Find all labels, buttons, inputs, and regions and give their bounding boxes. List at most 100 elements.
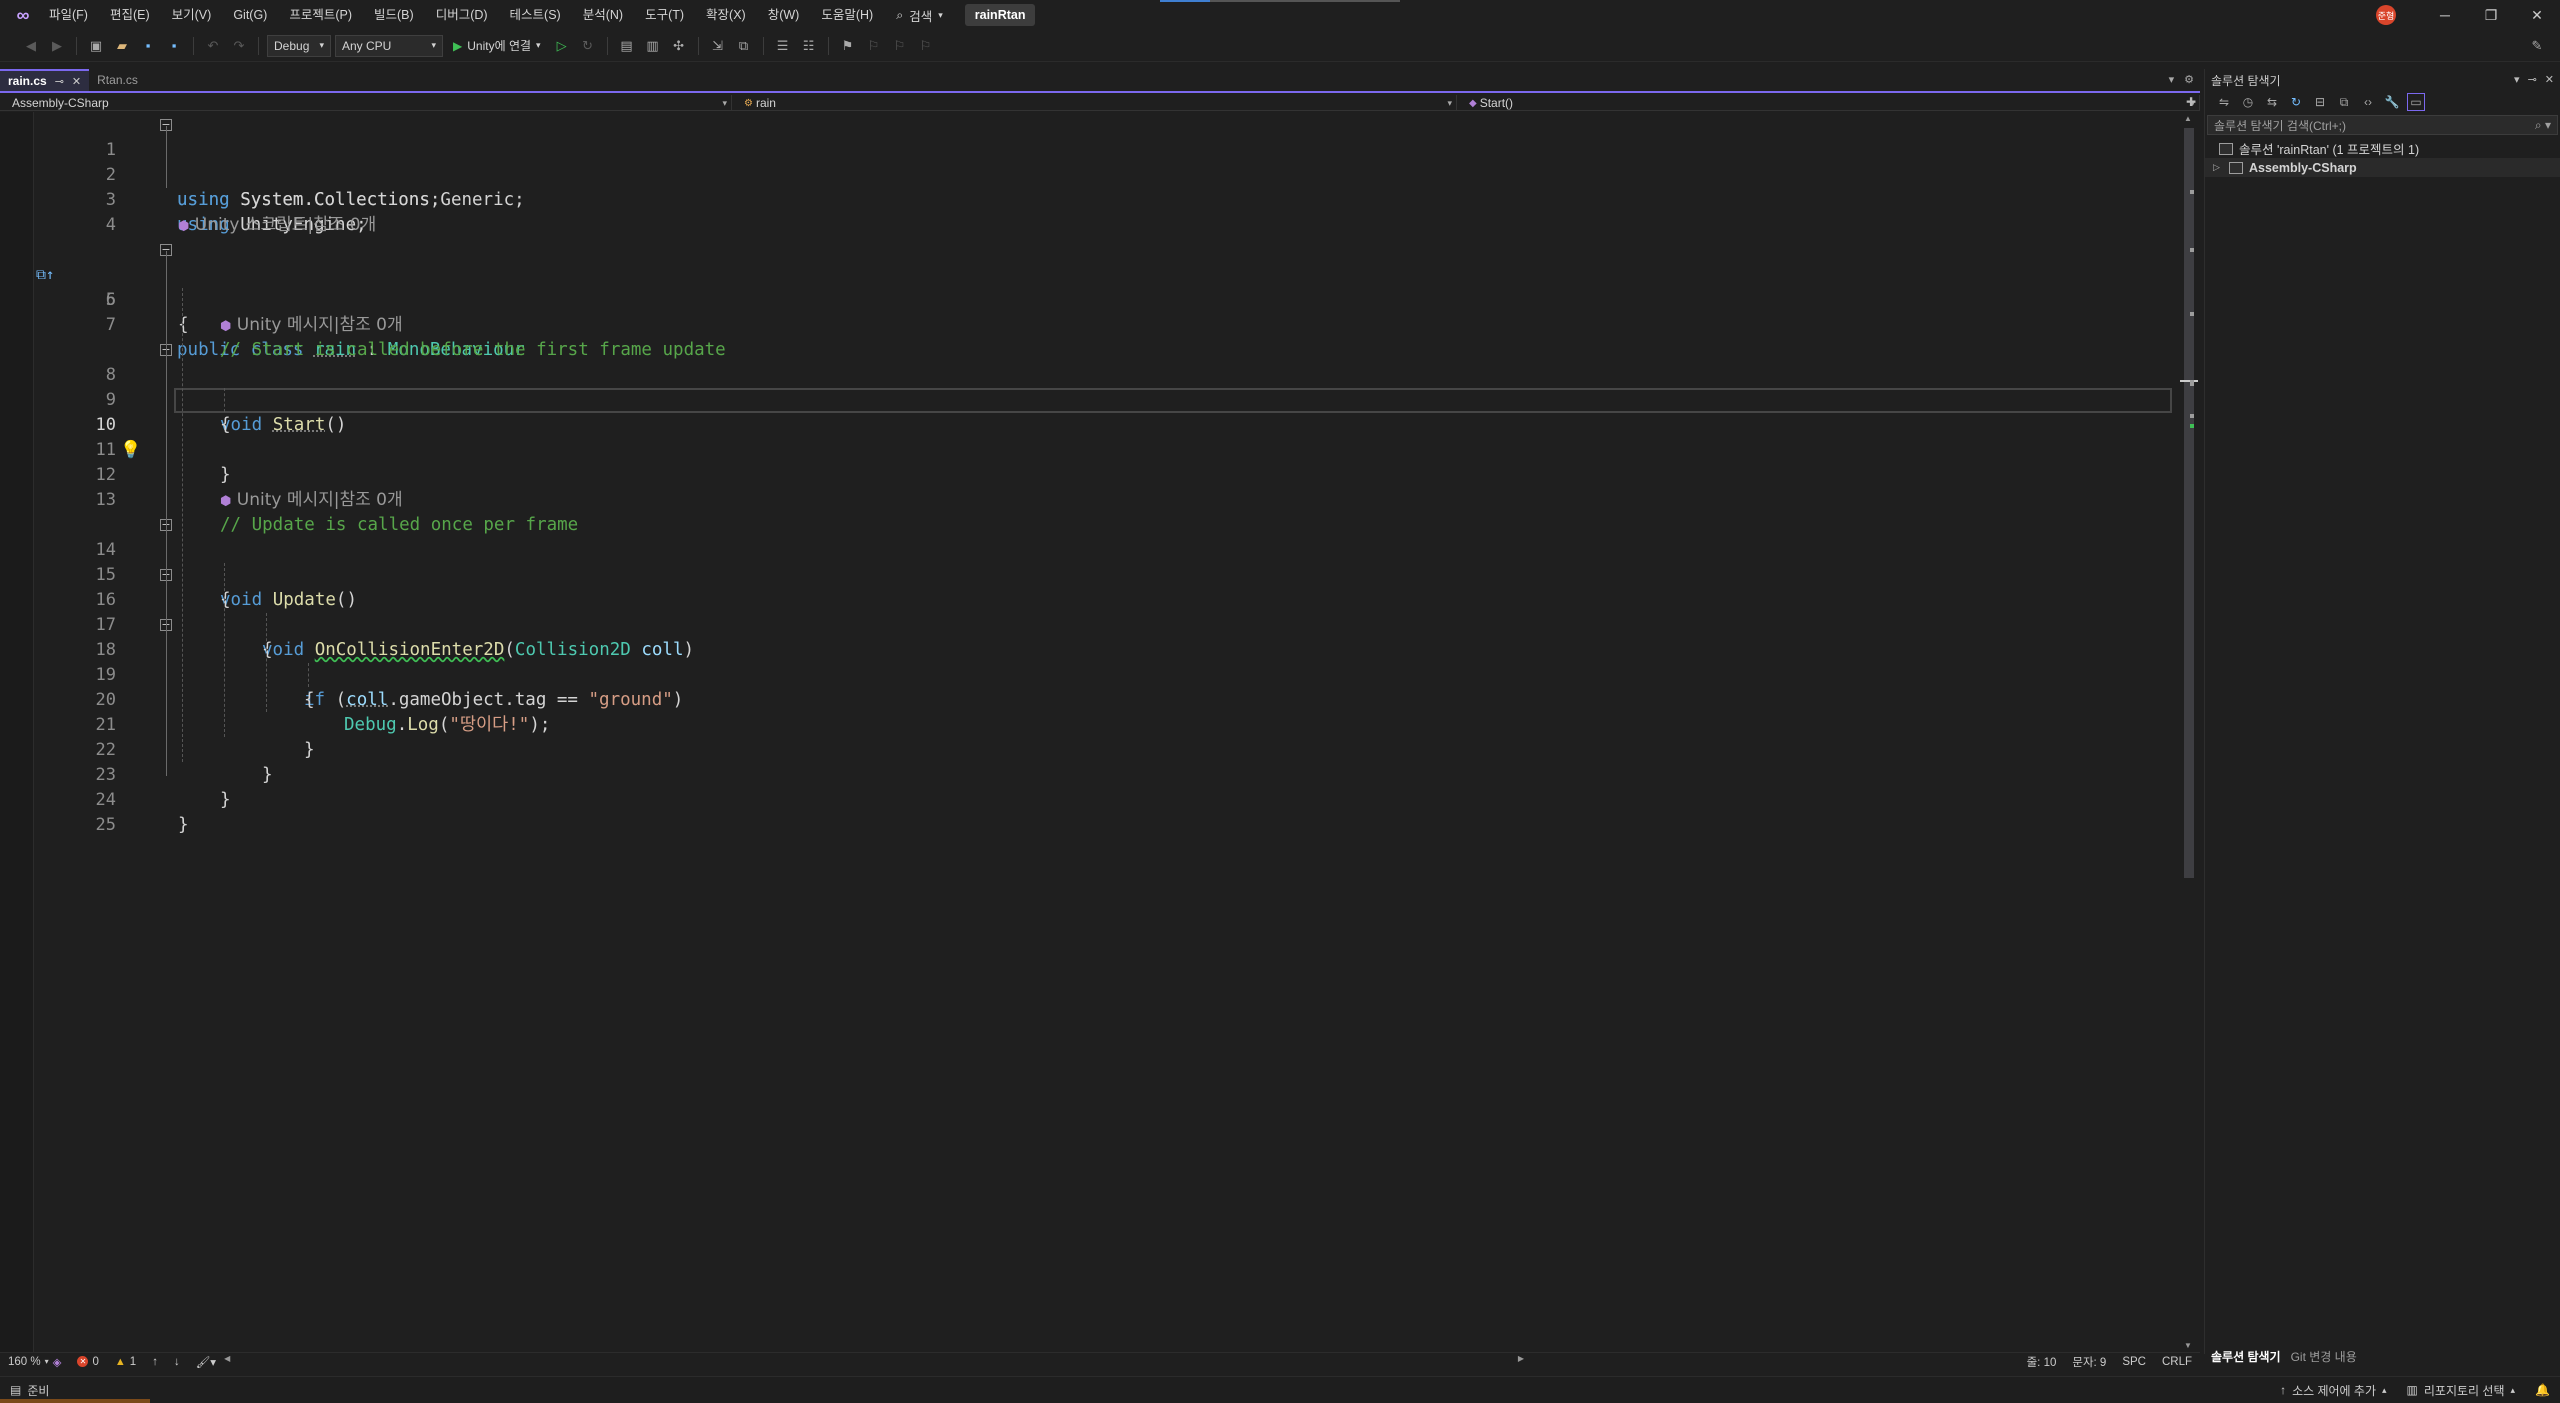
tab-rtan-cs[interactable]: Rtan.cs	[89, 69, 146, 91]
code-cleanup-button[interactable]: 🖌▾	[188, 1353, 224, 1371]
menu-git[interactable]: Git(G)	[222, 0, 278, 30]
restore-button[interactable]: ❐	[2468, 0, 2514, 30]
menu-tools[interactable]: 도구(T)	[634, 0, 695, 30]
code-line[interactable]: 11 }	[0, 413, 2178, 485]
code-line[interactable]: 3 using UnityEngine;	[0, 163, 2178, 235]
code-line[interactable]: 20 Debug.Log("땅이다!");	[0, 663, 2178, 735]
panel-menu-icon[interactable]: ▾	[2514, 73, 2520, 86]
code-line[interactable]: 25	[0, 788, 2178, 835]
tab-git-changes[interactable]: Git 변경 내용	[2291, 1348, 2357, 1365]
scroll-up-icon[interactable]: ▲	[2184, 114, 2192, 123]
solution-search-input[interactable]: 솔루션 탐색기 검색(Ctrl+;) ⌕ ▾	[2207, 115, 2558, 135]
code-line[interactable]: 14 − void Update()	[0, 513, 2178, 610]
line-ending-indicator[interactable]: CRLF	[2154, 1353, 2200, 1371]
select-repository-button[interactable]: ▥ 리포지토리 선택 ▴	[2397, 1382, 2526, 1399]
menu-file[interactable]: 파일(F)	[38, 0, 99, 30]
tree-node-solution[interactable]: 솔루션 'rainRtan' (1 프로젝트의 1)	[2205, 139, 2560, 158]
tab-rain-cs[interactable]: rain.cs ⊸ ✕	[0, 69, 90, 91]
avatar[interactable]: 준형	[2376, 5, 2396, 25]
project-dropdown[interactable]: Assembly-CSharp ▾	[0, 95, 732, 111]
clear-bookmarks-icon[interactable]: ⚐	[915, 35, 937, 57]
code-line[interactable]: 18 − if (coll.gameObject.tag == "ground"…	[0, 613, 2178, 710]
find-icon[interactable]: ⧉	[733, 35, 755, 57]
code-line-current[interactable]: 10 💡	[0, 388, 2178, 460]
error-count[interactable]: ✕ 0	[69, 1353, 106, 1371]
menu-debug[interactable]: 디버그(D)	[425, 0, 499, 30]
debug-tools-icon[interactable]: ✣	[668, 35, 690, 57]
hot-reload-icon[interactable]: ↻	[577, 35, 599, 57]
close-icon[interactable]: ✕	[72, 75, 81, 88]
code-line[interactable]: 2 using System.Collections.Generic;	[0, 138, 2178, 210]
menu-edit[interactable]: 편집(E)	[99, 0, 161, 30]
close-button[interactable]: ✕	[2514, 0, 2560, 30]
visual-studio-logo-icon[interactable]: ∞	[8, 0, 38, 30]
class-dropdown[interactable]: ⚙ rain ▾	[732, 95, 1457, 111]
code-editor[interactable]: 1 − using System.Collections; 2 using Sy…	[0, 112, 2200, 1352]
platform-select[interactable]: Any CPU ▾	[335, 34, 443, 57]
codelens-unity-script[interactable]: ⬢ Unity 스크립트|참조 0개	[178, 213, 376, 239]
menu-help[interactable]: 도움말(H)	[810, 0, 884, 30]
code-line[interactable]: 17 {	[0, 588, 2178, 660]
code-line[interactable]: 8 − void Start()	[0, 338, 2178, 435]
settings-icon[interactable]: ⚙	[2184, 73, 2194, 86]
menu-window[interactable]: 창(W)	[757, 0, 811, 30]
split-window-icon[interactable]: ✚	[2186, 95, 2196, 109]
start-without-debugging-icon[interactable]: ▷	[551, 35, 573, 57]
attach-unity-button[interactable]: ▶ Unity에 연결 ▾	[447, 35, 547, 57]
zoom-select[interactable]: 160 % ▾ ◈	[0, 1353, 69, 1371]
output-icon[interactable]: ▤	[10, 1383, 21, 1397]
new-project-icon[interactable]: ▣	[85, 35, 107, 57]
pin-icon[interactable]: ⊸	[2528, 73, 2537, 86]
pin-icon[interactable]: ⊸	[55, 75, 64, 88]
line-indicator[interactable]: 줄: 10	[2019, 1353, 2065, 1371]
next-issue-button[interactable]: ↓	[166, 1353, 188, 1371]
menu-extensions[interactable]: 확장(X)	[695, 0, 757, 30]
chevron-right-icon[interactable]: ▷	[2213, 162, 2223, 173]
code-line[interactable]: 9 {	[0, 363, 2178, 435]
scroll-left-icon[interactable]: ◀	[224, 1354, 230, 1363]
scroll-right-icon[interactable]: ▶	[1518, 1354, 1524, 1363]
sync-icon[interactable]: ⇆	[2263, 93, 2281, 111]
feedback-icon[interactable]: ✎	[2526, 35, 2548, 57]
code-line[interactable]: 7 // Start is called before the first fr…	[0, 288, 2178, 360]
codelens-unity-message[interactable]: ⬢ Unity 메시지|참조 0개	[220, 313, 403, 339]
tab-overflow-icon[interactable]: ▾	[2169, 73, 2175, 86]
menu-test[interactable]: 테스트(S)	[499, 0, 572, 30]
history-icon[interactable]: ◷	[2239, 93, 2257, 111]
bookmark-icon[interactable]: ⚑	[837, 35, 859, 57]
code-line[interactable]: 12	[0, 438, 2178, 485]
horizontal-scrollbar[interactable]: ◀ ▶	[224, 1354, 1524, 1367]
view-code-icon[interactable]: ‹›	[2359, 93, 2377, 111]
code-line[interactable]: 13 // Update is called once per frame	[0, 463, 2178, 535]
menu-build[interactable]: 빌드(B)	[363, 0, 425, 30]
refresh-icon[interactable]: ↻	[2287, 93, 2305, 111]
code-line[interactable]: 23 }	[0, 738, 2178, 810]
next-bookmark-icon[interactable]: ⚐	[889, 35, 911, 57]
outdent-icon[interactable]: ☷	[798, 35, 820, 57]
add-to-source-control-button[interactable]: ↑ 소스 제어에 추가 ▴	[2270, 1382, 2396, 1399]
step-icon[interactable]: ⇲	[707, 35, 729, 57]
code-line[interactable]: 22 }	[0, 713, 2178, 785]
codelens-unity-message[interactable]: ⬢ Unity 메시지|참조 0개	[220, 488, 403, 514]
show-all-files-icon[interactable]: ⧉	[2335, 93, 2353, 111]
save-all-icon[interactable]: ▪	[163, 35, 185, 57]
whitespace-indicator[interactable]: SPC	[2114, 1353, 2154, 1371]
menu-analyze[interactable]: 분석(N)	[572, 0, 634, 30]
open-folder-icon[interactable]: ▰	[111, 35, 133, 57]
undo-icon[interactable]: ↶	[202, 35, 224, 57]
menu-view[interactable]: 보기(V)	[161, 0, 223, 30]
save-icon[interactable]: ▪	[137, 35, 159, 57]
code-line[interactable]: 4	[0, 188, 2178, 235]
layout-icon[interactable]: ▥	[642, 35, 664, 57]
code-line[interactable]: 19 {	[0, 638, 2178, 710]
close-icon[interactable]: ✕	[2545, 73, 2554, 86]
code-line[interactable]: 24 }	[0, 763, 2178, 835]
code-line[interactable]: 15 {	[0, 538, 2178, 610]
vertical-scrollbar[interactable]: ▲ ▼	[2180, 114, 2198, 1350]
code-line[interactable]: 16 − void OnCollisionEnter2D(Collision2D…	[0, 563, 2178, 660]
redo-icon[interactable]: ↷	[228, 35, 250, 57]
scroll-down-icon[interactable]: ▼	[2184, 1341, 2192, 1350]
preview-icon[interactable]: ▭	[2407, 93, 2425, 111]
tab-solution-explorer[interactable]: 솔루션 탐색기	[2211, 1348, 2281, 1365]
notifications-button[interactable]: 🔔	[2525, 1383, 2560, 1397]
